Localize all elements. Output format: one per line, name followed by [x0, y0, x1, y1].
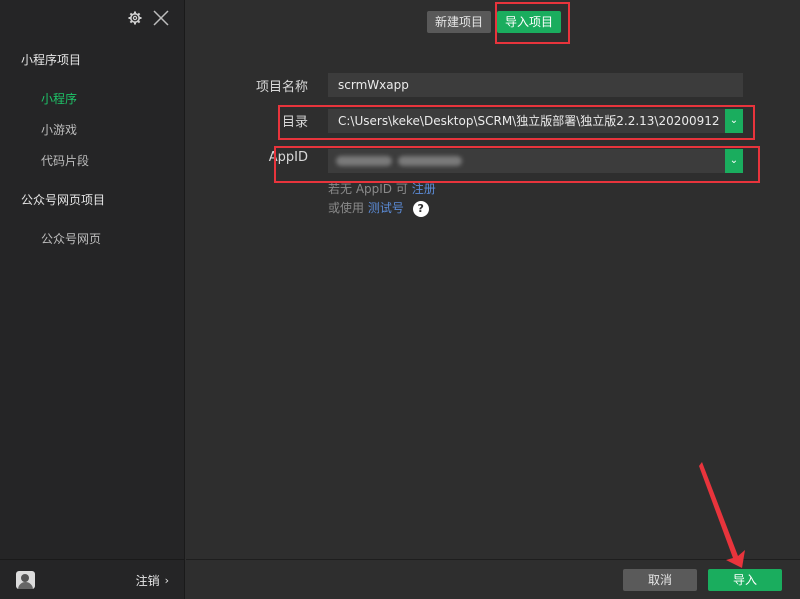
logout-button[interactable]: 注销 › — [136, 572, 169, 589]
directory-label: 目录 — [281, 115, 308, 130]
register-hint: 若无 AppID 可 注册 — [328, 180, 436, 197]
sidebar-item-webpage[interactable]: 公众号网页 — [41, 230, 101, 247]
dialog-footer: 取消 导入 — [186, 559, 800, 599]
gear-icon[interactable] — [128, 11, 142, 25]
register-hint-text: 若无 AppID 可 — [328, 182, 408, 196]
appid-select[interactable]: ⌄ — [328, 149, 743, 173]
logout-label: 注销 — [135, 574, 160, 588]
project-tabs: 新建项目 导入项目 — [427, 11, 562, 33]
chevron-down-icon[interactable]: ⌄ — [725, 109, 743, 133]
chevron-right-icon: › — [164, 574, 169, 587]
section-title-miniprogram: 小程序项目 — [21, 53, 82, 67]
test-account-link[interactable]: 测试号 — [368, 201, 404, 215]
sidebar-item-code-snippet[interactable]: 代码片段 — [41, 152, 89, 169]
main-panel: 新建项目 导入项目 项目名称 scrmWxapp 目录 C:\Users\kek… — [186, 0, 800, 599]
chevron-down-icon[interactable]: ⌄ — [725, 149, 743, 173]
close-icon[interactable] — [152, 9, 170, 27]
appid-label: AppID — [268, 150, 308, 165]
redacted-text — [336, 156, 392, 166]
directory-value: C:\Users\keke\Desktop\SCRM\独立版部署\独立版2.2.… — [338, 114, 720, 128]
section-title-webpage: 公众号网页项目 — [21, 193, 106, 207]
sidebar-item-miniprogram[interactable]: 小程序 — [41, 90, 77, 107]
cancel-button[interactable]: 取消 — [623, 569, 697, 591]
redacted-text — [398, 156, 462, 166]
tab-new-project[interactable]: 新建项目 — [427, 11, 492, 33]
register-link[interactable]: 注册 — [412, 182, 436, 196]
sidebar-footer: 注销 › — [0, 559, 185, 599]
sidebar-item-minigame[interactable]: 小游戏 — [41, 121, 77, 138]
import-button[interactable]: 导入 — [708, 569, 782, 591]
test-account-hint: 或使用 测试号 ? — [328, 199, 429, 217]
tab-import-project[interactable]: 导入项目 — [497, 11, 562, 33]
project-name-input[interactable]: scrmWxapp — [328, 73, 743, 97]
directory-select[interactable]: C:\Users\keke\Desktop\SCRM\独立版部署\独立版2.2.… — [328, 109, 743, 133]
sidebar-toolbar — [128, 9, 170, 27]
help-icon[interactable]: ? — [412, 200, 429, 217]
sidebar: 小程序项目 小程序 小游戏 代码片段 公众号网页项目 公众号网页 注销 › — [0, 0, 185, 599]
test-account-hint-text: 或使用 — [328, 201, 365, 215]
avatar[interactable] — [16, 571, 35, 589]
project-name-label: 项目名称 — [255, 80, 308, 95]
